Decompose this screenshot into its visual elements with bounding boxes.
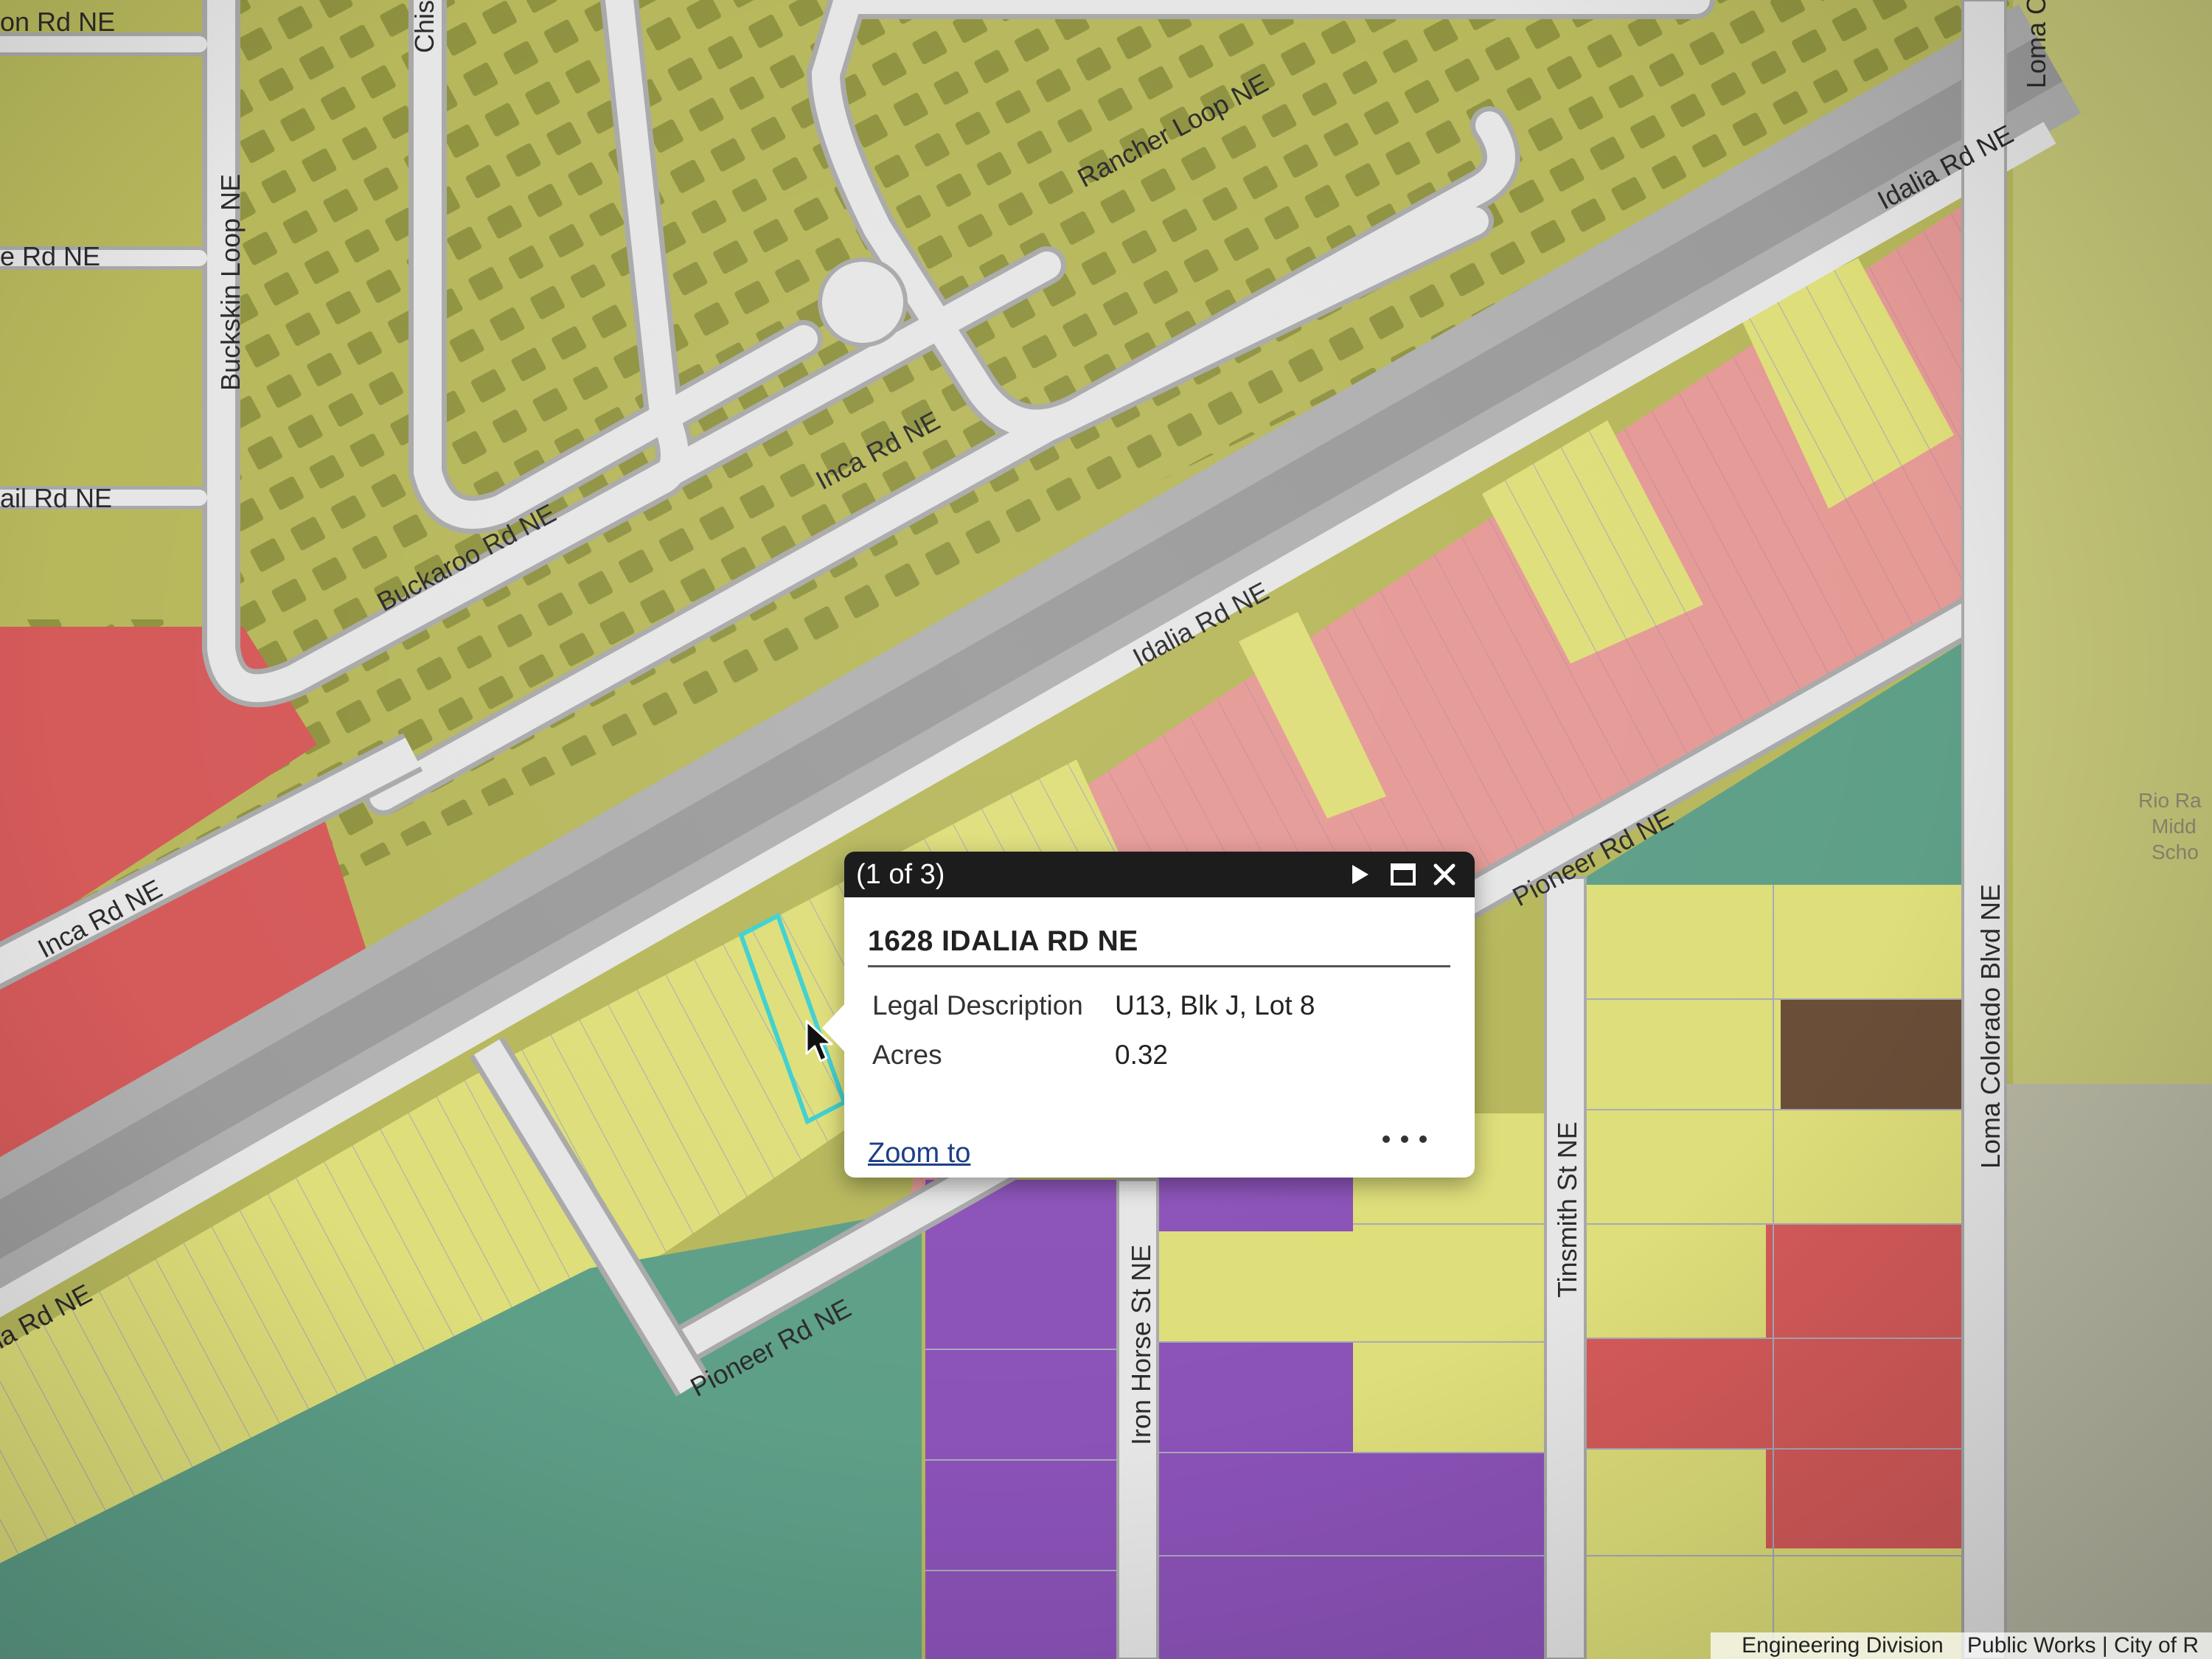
more-actions-button[interactable] bbox=[1382, 1124, 1427, 1154]
poi-label-line-2: Midd bbox=[2152, 815, 2197, 838]
zone-east-lower bbox=[1991, 1084, 2212, 1659]
close-icon bbox=[1433, 863, 1455, 886]
poi-label-line-1: Rio Ra bbox=[2138, 789, 2202, 812]
zone-red-b bbox=[1578, 1338, 1766, 1449]
zone-yellow-d bbox=[1158, 1231, 1353, 1342]
road-label-ail-rd: ail Rd NE bbox=[0, 483, 112, 513]
map-attribution: Engineering Division Public Works | City… bbox=[1711, 1632, 2212, 1659]
poi-label-line-3: Scho bbox=[2152, 841, 2199, 863]
parcel-info-popup: (1 of 3) 1628 IDALIA RD NE Legal Descrip… bbox=[822, 852, 1475, 1178]
zone-red-a bbox=[1766, 1224, 1961, 1548]
popup-header: (1 of 3) bbox=[844, 852, 1475, 897]
zone-brown bbox=[1781, 999, 1961, 1110]
more-icon-dot bbox=[1401, 1135, 1408, 1143]
road-label-loma-colorado: Loma Colorado Blvd NE bbox=[1975, 884, 2006, 1169]
loma-colorado-blvd bbox=[1961, 0, 2007, 1659]
attribution-public-works: Public Works | City of R bbox=[1967, 1633, 2199, 1658]
field-value-legal-description: U13, Blk J, Lot 8 bbox=[1115, 990, 1315, 1020]
road-label-tinsmith: Tinsmith St NE bbox=[1552, 1121, 1582, 1298]
maximize-icon bbox=[1391, 863, 1416, 886]
upper-left-lots bbox=[0, 0, 206, 619]
zone-east-park bbox=[2013, 0, 2212, 1084]
more-icon-dot bbox=[1382, 1135, 1390, 1143]
play-icon bbox=[1352, 865, 1368, 884]
maximize-button[interactable] bbox=[1386, 858, 1420, 891]
more-icon-dot bbox=[1419, 1135, 1427, 1143]
road-label-iron-horse: Iron Horse St NE bbox=[1126, 1245, 1156, 1445]
field-label-legal-description: Legal Description bbox=[872, 990, 1083, 1020]
next-feature-button[interactable] bbox=[1343, 858, 1377, 891]
field-label-acres: Acres bbox=[872, 1040, 942, 1070]
road-label-on-rd: on Rd NE bbox=[0, 7, 115, 37]
road-label-loma-c: Loma C bbox=[2021, 0, 2051, 88]
title-divider bbox=[868, 965, 1450, 967]
road-label-chis: Chis bbox=[409, 0, 439, 53]
cul-de-sac bbox=[818, 257, 908, 347]
parcel-address-title: 1628 IDALIA RD NE bbox=[868, 925, 1138, 957]
attribution-engineering: Engineering Division bbox=[1742, 1633, 1944, 1658]
road-label-e-rd: e Rd NE bbox=[0, 241, 100, 271]
zone-purple-c bbox=[1158, 1342, 1353, 1659]
field-value-acres: 0.32 bbox=[1115, 1040, 1169, 1070]
mouse-cursor-icon bbox=[805, 1020, 833, 1062]
zone-purple-b bbox=[1158, 1172, 1353, 1231]
zone-purple-a bbox=[925, 1180, 1117, 1659]
road-label-buckskin-loop: Buckskin Loop NE bbox=[215, 174, 246, 391]
map-canvas[interactable]: Rancher Loop NE Idalia Rd NE Inca Rd NE … bbox=[0, 0, 2212, 1659]
zoom-to-link[interactable]: Zoom to bbox=[868, 1138, 970, 1169]
close-popup-button[interactable] bbox=[1427, 858, 1461, 891]
map-svg: Rancher Loop NE Idalia Rd NE Inca Rd NE … bbox=[0, 0, 2212, 1659]
feature-count: (1 of 3) bbox=[856, 859, 945, 890]
